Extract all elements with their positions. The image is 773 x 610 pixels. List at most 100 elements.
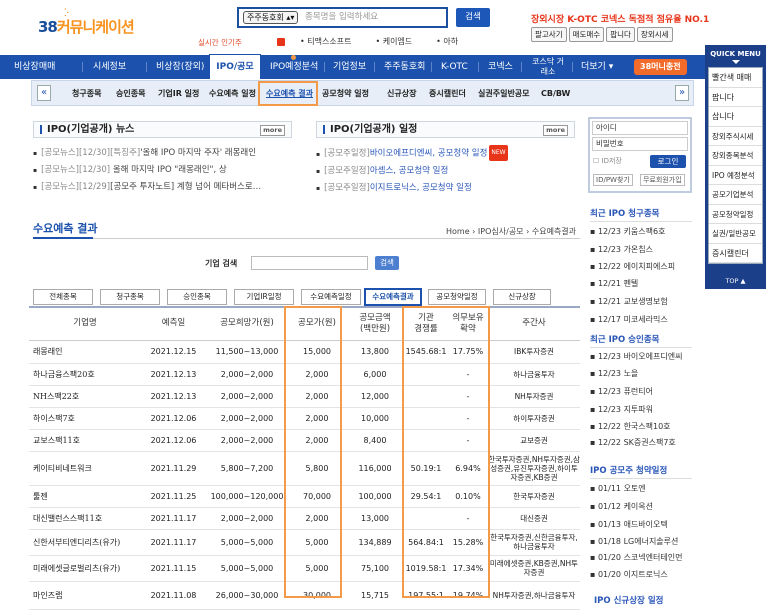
col-competition[interactable]: 기관 경쟁률 bbox=[404, 306, 448, 341]
promo-button-quotes[interactable]: 장외시세 bbox=[636, 27, 673, 42]
table-row[interactable]: 대신밸런스스팩11호 2021.11.17 2,000~2,000 2,000 13,0… bbox=[29, 507, 580, 530]
col-date[interactable]: 예측일 bbox=[141, 306, 206, 341]
table-row[interactable]: NH스팩22호 2021.12.13 2,000~2,000 2,000 12,000 -… bbox=[29, 385, 580, 408]
recent-approve-item[interactable]: ▪ 12/22 한국스팩10호 bbox=[590, 419, 692, 435]
tab-new-listing[interactable]: 신규상장 bbox=[493, 289, 551, 305]
nav-unlisted-otc[interactable]: 비상장(장외) bbox=[156, 55, 204, 79]
save-id-checkbox[interactable]: ☐ ID저장 bbox=[593, 156, 622, 166]
site-logo[interactable]: 38커뮤니케이션 bbox=[38, 16, 135, 37]
tab-ir-schedule[interactable]: 기업IR일정 bbox=[234, 289, 294, 305]
quick-menu-item[interactable]: 빨간색 매매 bbox=[709, 68, 762, 88]
search-button[interactable]: 검색 bbox=[456, 8, 490, 27]
company-cell[interactable]: 하이스팩7호 bbox=[29, 407, 141, 430]
company-cell[interactable]: 툴젠 bbox=[29, 485, 141, 508]
table-row[interactable]: 하이스팩7호 2021.12.06 2,000~2,000 2,000 10,000 - 하… bbox=[29, 407, 580, 430]
table-row[interactable]: 툴젠 2021.11.25 100,000~120,000 70,000 100,000… bbox=[29, 485, 580, 508]
tab-forecast-schedule[interactable]: 수요예측일정 bbox=[301, 289, 361, 305]
table-row[interactable]: 하나금융스팩20호 2021.12.13 2,000~2,000 2,000 6,000… bbox=[29, 363, 580, 386]
company-cell[interactable]: NH스팩22호 bbox=[29, 385, 141, 408]
subscribe-item[interactable]: ▪ 01/13 애드바이오텍 bbox=[590, 516, 692, 534]
recent-claim-item[interactable]: ▪ 12/22 에이치피에스피 bbox=[590, 259, 692, 275]
subnav-prev-icon[interactable]: « bbox=[37, 85, 51, 101]
col-lockup[interactable]: 의무보유 확약 bbox=[448, 306, 488, 341]
col-offer-price[interactable]: 공모가(원) bbox=[288, 306, 346, 341]
nav-kotc[interactable]: K-OTC bbox=[441, 55, 468, 79]
news-item[interactable]: [공모뉴스][12/29][공모주 투자노트] 계형 넘어 메타버스로… bbox=[33, 179, 292, 196]
recent-approve-item[interactable]: ▪ 12/23 바이오에프디엔씨 bbox=[590, 349, 692, 365]
find-idpw-button[interactable]: ID/PW찾기 bbox=[593, 174, 633, 186]
table-row[interactable]: 래몽래인 2021.12.15 11,500~13,000 15,000 13,800 1… bbox=[29, 340, 580, 364]
subnav-ir-schedule[interactable]: 기업IR 일정 bbox=[158, 81, 199, 107]
popular-item[interactable]: • 케이엠드 bbox=[375, 37, 412, 46]
col-offer-amount[interactable]: 공모금액 (백만원) bbox=[346, 306, 404, 341]
company-cell[interactable]: 래몽래인 bbox=[29, 340, 141, 364]
news-item[interactable]: [공모뉴스][12/30] 올해 마지막 IPO "래몽래인", 상 bbox=[33, 162, 292, 179]
promo-button-trade[interactable]: 매도매수 bbox=[568, 27, 605, 42]
nav-company-info[interactable]: 기업정보 bbox=[333, 55, 366, 79]
login-id-input[interactable]: 아이디 bbox=[592, 121, 688, 135]
company-cell[interactable]: 케이티비네트워크 bbox=[29, 451, 141, 486]
col-hope-price[interactable]: 공모희망가(원) bbox=[206, 306, 288, 341]
nav-money-charge[interactable]: 38머니충전 bbox=[634, 59, 687, 75]
ipo-schedule-more-button[interactable]: more bbox=[543, 125, 568, 136]
breadcrumb-ipo[interactable]: IPO심사/공모 bbox=[478, 227, 524, 236]
quick-menu-item[interactable]: 장외종목분석 bbox=[709, 146, 762, 166]
subnav-calendar[interactable]: 증시캘린더 bbox=[429, 81, 466, 107]
breadcrumb-home[interactable]: Home bbox=[446, 227, 470, 236]
recent-approve-item[interactable]: ▪ 12/23 퓨런티어 bbox=[590, 383, 692, 401]
quick-top-button[interactable]: TOP ▲ bbox=[705, 277, 766, 285]
popular-item[interactable]: • 아하 bbox=[436, 37, 458, 46]
promo-button-buy-sell[interactable]: 팔고사기 bbox=[531, 27, 567, 42]
subscribe-item[interactable]: ▪ 01/12 케이옥션 bbox=[590, 498, 692, 516]
company-cell[interactable]: 교보스팩11호 bbox=[29, 429, 141, 452]
col-underwriter[interactable]: 주간사 bbox=[488, 306, 580, 341]
subnav-rights-offering[interactable]: 실권주일반공모 bbox=[478, 81, 530, 107]
search-input[interactable]: 종목명을 입력하세요 bbox=[305, 11, 445, 24]
quick-menu-item[interactable]: 공모청약일정 bbox=[709, 205, 762, 224]
recent-claim-item[interactable]: ▪ 12/23 키움스팩6호 bbox=[590, 223, 692, 241]
nav-konex[interactable]: 코넥스 bbox=[488, 55, 513, 79]
recent-claim-item[interactable]: ▪ 12/23 가온칩스 bbox=[590, 241, 692, 259]
nav-kosdaq-exchange[interactable]: 코스닥 거래소 bbox=[531, 55, 565, 79]
subnav-approved[interactable]: 승인종목 bbox=[116, 81, 145, 107]
quick-menu-item[interactable]: 장외주식시세 bbox=[709, 127, 762, 146]
tab-forecast-result[interactable]: 수요예측결과 bbox=[364, 288, 422, 306]
recent-approve-item[interactable]: ▪ 12/22 SK증권스팩7호 bbox=[590, 435, 692, 451]
nav-unlisted-trading[interactable]: 비상장매매 bbox=[14, 55, 55, 79]
subnav-forecast-result[interactable]: 수요예측 결과 bbox=[266, 81, 313, 107]
quick-menu-item[interactable]: IPO 예정분석 bbox=[709, 166, 762, 185]
subscribe-item[interactable]: ▪ 01/11 오토엔 bbox=[590, 480, 692, 498]
recent-approve-item[interactable]: ▪ 12/23 노을 bbox=[590, 365, 692, 383]
company-cell[interactable]: 신한서부티엔디리츠(유가) bbox=[29, 529, 141, 556]
schedule-item[interactable]: [공모주일정]이지트로닉스, 공모청약 일정 bbox=[316, 180, 575, 197]
subnav-next-icon[interactable]: » bbox=[675, 85, 689, 101]
tab-claim[interactable]: 청구종목 bbox=[100, 289, 160, 305]
tab-all[interactable]: 전체종목 bbox=[33, 289, 93, 305]
subscribe-item[interactable]: ▪ 01/18 LG에너지솔루션 bbox=[590, 534, 692, 550]
company-cell[interactable]: 미래에셋글로벌리츠(유가) bbox=[29, 555, 141, 582]
nav-ipo[interactable]: IPO/공모 bbox=[209, 54, 261, 79]
recent-approve-item[interactable]: ▪ 12/23 지투파워 bbox=[590, 401, 692, 419]
recent-claim-item[interactable]: ▪ 12/21 교보생명보험 bbox=[590, 293, 692, 311]
join-button[interactable]: 무료회원가입 bbox=[640, 174, 685, 186]
subscribe-item[interactable]: ▪ 01/20 이지트로닉스 bbox=[590, 566, 692, 584]
subnav-new-listing[interactable]: 신규상장 bbox=[387, 81, 416, 107]
search-category-select[interactable]: 주주동호회 ▴▾ bbox=[243, 11, 298, 24]
ipo-news-more-button[interactable]: more bbox=[260, 125, 285, 136]
quick-menu-item[interactable]: 증시캘린더 bbox=[709, 244, 762, 263]
table-row[interactable]: 교보스팩11호 2021.12.06 2,000~2,000 2,000 8,400 - 교… bbox=[29, 429, 580, 452]
subnav-subscription-schedule[interactable]: 공모청약 일정 bbox=[322, 81, 369, 107]
news-item[interactable]: [공모뉴스][12/30][특징주]'올해 IPO 마지막 주자' 래몽래인 bbox=[33, 145, 292, 162]
col-company[interactable]: 기업명 bbox=[29, 306, 141, 341]
nav-more[interactable]: 더보기 ▾ bbox=[581, 55, 613, 79]
recent-claim-item[interactable]: ▪ 12/21 펜텔 bbox=[590, 275, 692, 293]
popular-item[interactable]: • 티맥스소프트 bbox=[300, 37, 351, 46]
subnav-claim[interactable]: 청구종목 bbox=[72, 81, 101, 107]
table-row[interactable]: 신한서부티엔디리츠(유가) 2021.11.17 5,000~5,000 5,000 1… bbox=[29, 529, 580, 556]
tab-approved[interactable]: 승인종목 bbox=[167, 289, 227, 305]
company-cell[interactable]: 대신밸런스스팩11호 bbox=[29, 507, 141, 530]
nav-quotes[interactable]: 시세정보 bbox=[93, 55, 126, 79]
table-row[interactable]: 미래에셋글로벌리츠(유가) 2021.11.15 5,000~5,000 5,000 7… bbox=[29, 555, 580, 582]
quick-menu-item[interactable]: 삽니다 bbox=[709, 107, 762, 127]
quick-menu-item[interactable]: 팝니다 bbox=[709, 88, 762, 107]
